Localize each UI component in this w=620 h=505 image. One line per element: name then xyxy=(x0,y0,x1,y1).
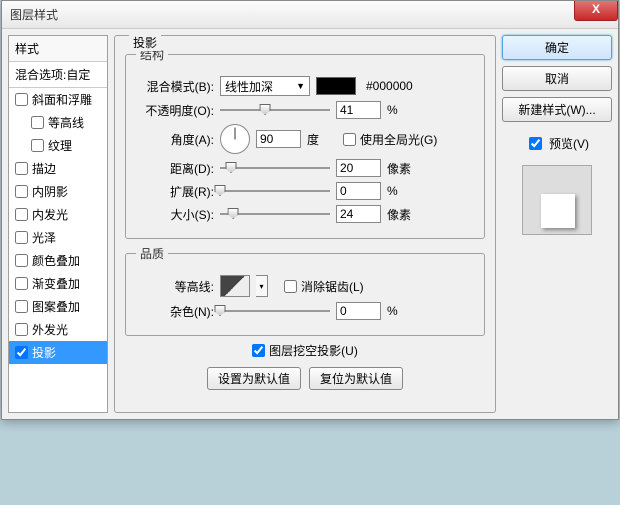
style-item-checkbox[interactable] xyxy=(15,162,28,175)
contour-dropdown-button[interactable]: ▾ xyxy=(256,275,268,297)
contour-label: 等高线: xyxy=(136,278,214,295)
distance-unit: 像素 xyxy=(387,160,417,177)
chevron-down-icon: ▼ xyxy=(296,81,305,91)
ok-button[interactable]: 确定 xyxy=(502,35,612,60)
style-item-checkbox[interactable] xyxy=(15,93,28,106)
style-item-checkbox[interactable] xyxy=(15,277,28,290)
new-style-button[interactable]: 新建样式(W)... xyxy=(502,97,612,122)
style-item-label: 描边 xyxy=(32,160,56,177)
style-item[interactable]: 纹理 xyxy=(9,134,107,157)
style-item-label: 纹理 xyxy=(48,137,72,154)
noise-slider[interactable] xyxy=(220,303,330,319)
style-item[interactable]: 图案叠加 xyxy=(9,295,107,318)
style-item[interactable]: 颜色叠加 xyxy=(9,249,107,272)
style-item[interactable]: 外发光 xyxy=(9,318,107,341)
size-slider[interactable] xyxy=(220,206,330,222)
angle-dial[interactable] xyxy=(220,124,250,154)
set-default-button[interactable]: 设置为默认值 xyxy=(207,367,301,390)
shadow-color-swatch[interactable] xyxy=(316,77,356,95)
blend-mode-label: 混合模式(B): xyxy=(136,78,214,95)
style-item[interactable]: 描边 xyxy=(9,157,107,180)
style-item-label: 斜面和浮雕 xyxy=(32,91,92,108)
cancel-button[interactable]: 取消 xyxy=(502,66,612,91)
style-item-checkbox[interactable] xyxy=(15,346,28,359)
style-item[interactable]: 内阴影 xyxy=(9,180,107,203)
style-item[interactable]: 等高线 xyxy=(9,111,107,134)
style-item-checkbox[interactable] xyxy=(15,323,28,336)
style-item[interactable]: 渐变叠加 xyxy=(9,272,107,295)
distance-input[interactable]: 20 xyxy=(336,159,381,177)
close-button[interactable]: X xyxy=(574,1,618,21)
angle-label: 角度(A): xyxy=(136,131,214,148)
antialias-checkbox[interactable]: 消除锯齿(L) xyxy=(284,278,364,295)
style-list-header[interactable]: 样式 xyxy=(9,36,107,62)
panel-title: 投影 xyxy=(129,34,161,51)
style-item-checkbox[interactable] xyxy=(31,116,44,129)
spread-input[interactable]: 0 xyxy=(336,182,381,200)
layer-style-dialog: 图层样式 X 样式 混合选项:自定 斜面和浮雕等高线纹理描边内阴影内发光光泽颜色… xyxy=(1,0,619,420)
size-unit: 像素 xyxy=(387,206,417,223)
noise-input[interactable]: 0 xyxy=(336,302,381,320)
angle-input[interactable]: 90 xyxy=(256,130,301,148)
color-hex-label: #000000 xyxy=(366,79,413,93)
preview-checkbox[interactable]: 预览(V) xyxy=(502,134,612,153)
style-item-checkbox[interactable] xyxy=(15,300,28,313)
style-item-label: 图案叠加 xyxy=(32,298,80,315)
style-item-checkbox[interactable] xyxy=(31,139,44,152)
angle-unit: 度 xyxy=(307,131,337,148)
global-light-checkbox[interactable]: 使用全局光(G) xyxy=(343,131,437,148)
style-item-label: 颜色叠加 xyxy=(32,252,80,269)
style-item-label: 渐变叠加 xyxy=(32,275,80,292)
style-item-label: 内阴影 xyxy=(32,183,68,200)
style-item-checkbox[interactable] xyxy=(15,208,28,221)
reset-default-button[interactable]: 复位为默认值 xyxy=(309,367,403,390)
style-list: 样式 混合选项:自定 斜面和浮雕等高线纹理描边内阴影内发光光泽颜色叠加渐变叠加图… xyxy=(8,35,108,413)
preview-thumbnail xyxy=(522,165,592,235)
distance-slider[interactable] xyxy=(220,160,330,176)
blending-options-item[interactable]: 混合选项:自定 xyxy=(9,62,107,88)
noise-label: 杂色(N): xyxy=(136,303,214,320)
effect-panel: 投影 结构 混合模式(B): 线性加深 ▼ #000000 不透明度(O): xyxy=(114,35,496,413)
style-item[interactable]: 投影 xyxy=(9,341,107,364)
knockout-checkbox[interactable]: 图层挖空投影(U) xyxy=(252,342,358,359)
distance-label: 距离(D): xyxy=(136,160,214,177)
titlebar: 图层样式 X xyxy=(2,1,618,29)
quality-legend: 品质 xyxy=(136,245,168,262)
style-item[interactable]: 光泽 xyxy=(9,226,107,249)
spread-label: 扩展(R): xyxy=(136,183,214,200)
style-item-label: 等高线 xyxy=(48,114,84,131)
style-item-checkbox[interactable] xyxy=(15,254,28,267)
quality-group: 品质 等高线: ▾ 消除锯齿(L) 杂色(N): 0 xyxy=(125,245,485,336)
spread-unit: % xyxy=(387,184,417,198)
noise-unit: % xyxy=(387,304,417,318)
dialog-title: 图层样式 xyxy=(10,6,58,23)
blend-mode-select[interactable]: 线性加深 ▼ xyxy=(220,76,310,96)
style-item-label: 投影 xyxy=(32,344,56,361)
opacity-label: 不透明度(O): xyxy=(136,102,214,119)
size-input[interactable]: 24 xyxy=(336,205,381,223)
style-item[interactable]: 内发光 xyxy=(9,203,107,226)
opacity-unit: % xyxy=(387,103,417,117)
style-item-checkbox[interactable] xyxy=(15,231,28,244)
size-label: 大小(S): xyxy=(136,206,214,223)
style-item-label: 内发光 xyxy=(32,206,68,223)
structure-group: 结构 混合模式(B): 线性加深 ▼ #000000 不透明度(O): 4 xyxy=(125,46,485,239)
opacity-slider[interactable] xyxy=(220,102,330,118)
contour-picker[interactable] xyxy=(220,275,250,297)
opacity-input[interactable]: 41 xyxy=(336,101,381,119)
style-item-label: 光泽 xyxy=(32,229,56,246)
style-item-label: 外发光 xyxy=(32,321,68,338)
style-item-checkbox[interactable] xyxy=(15,185,28,198)
style-item[interactable]: 斜面和浮雕 xyxy=(9,88,107,111)
right-button-panel: 确定 取消 新建样式(W)... 预览(V) xyxy=(502,35,612,413)
spread-slider[interactable] xyxy=(220,183,330,199)
